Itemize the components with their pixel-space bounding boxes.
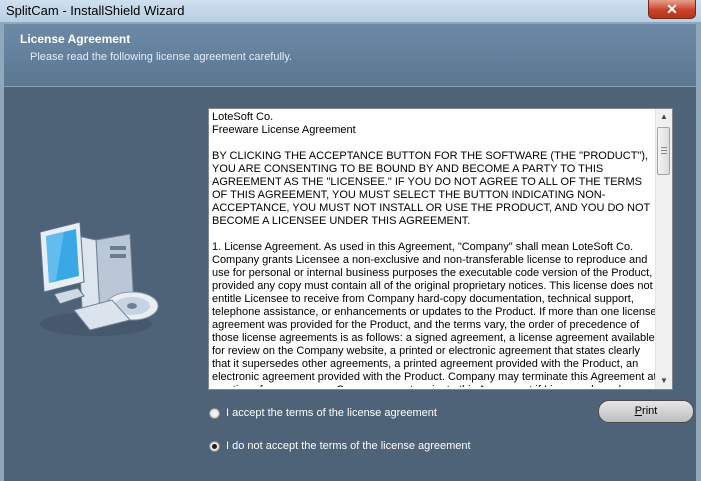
scroll-down-arrow-icon[interactable]: ▼ — [656, 373, 672, 389]
license-text: LoteSoft Co. Freeware License Agreement … — [212, 111, 657, 387]
close-icon: ✕ — [666, 1, 678, 17]
page-title: License Agreement — [20, 32, 131, 46]
close-button[interactable]: ✕ — [648, 0, 696, 19]
accept-radio[interactable] — [209, 407, 220, 419]
accept-option[interactable]: I accept the terms of the license agreem… — [209, 405, 437, 421]
vertical-scrollbar[interactable]: ▲ ▼ — [655, 109, 672, 389]
accept-label: I accept the terms of the license agreem… — [226, 407, 437, 419]
print-button[interactable]: Print — [598, 400, 694, 423]
window-title: SplitCam - InstallShield Wizard — [6, 3, 185, 18]
computer-install-icon — [39, 221, 159, 336]
print-label-rest: rint — [642, 405, 658, 417]
decline-label: I do not accept the terms of the license… — [226, 440, 471, 452]
page-subtitle: Please read the following license agreem… — [30, 51, 293, 63]
wizard-header: License Agreement Please read the follow… — [4, 24, 696, 87]
window-frame: License Agreement Please read the follow… — [0, 22, 701, 481]
title-bar: SplitCam - InstallShield Wizard ✕ — [0, 0, 701, 22]
print-mnemonic: P — [634, 405, 643, 417]
wizard-client-area: License Agreement Please read the follow… — [4, 24, 696, 481]
license-text-box[interactable]: LoteSoft Co. Freeware License Agreement … — [208, 108, 673, 390]
decline-radio[interactable] — [209, 440, 220, 452]
scroll-up-arrow-icon[interactable]: ▲ — [656, 109, 672, 125]
decline-option[interactable]: I do not accept the terms of the license… — [209, 438, 471, 454]
scroll-thumb[interactable] — [657, 127, 670, 175]
